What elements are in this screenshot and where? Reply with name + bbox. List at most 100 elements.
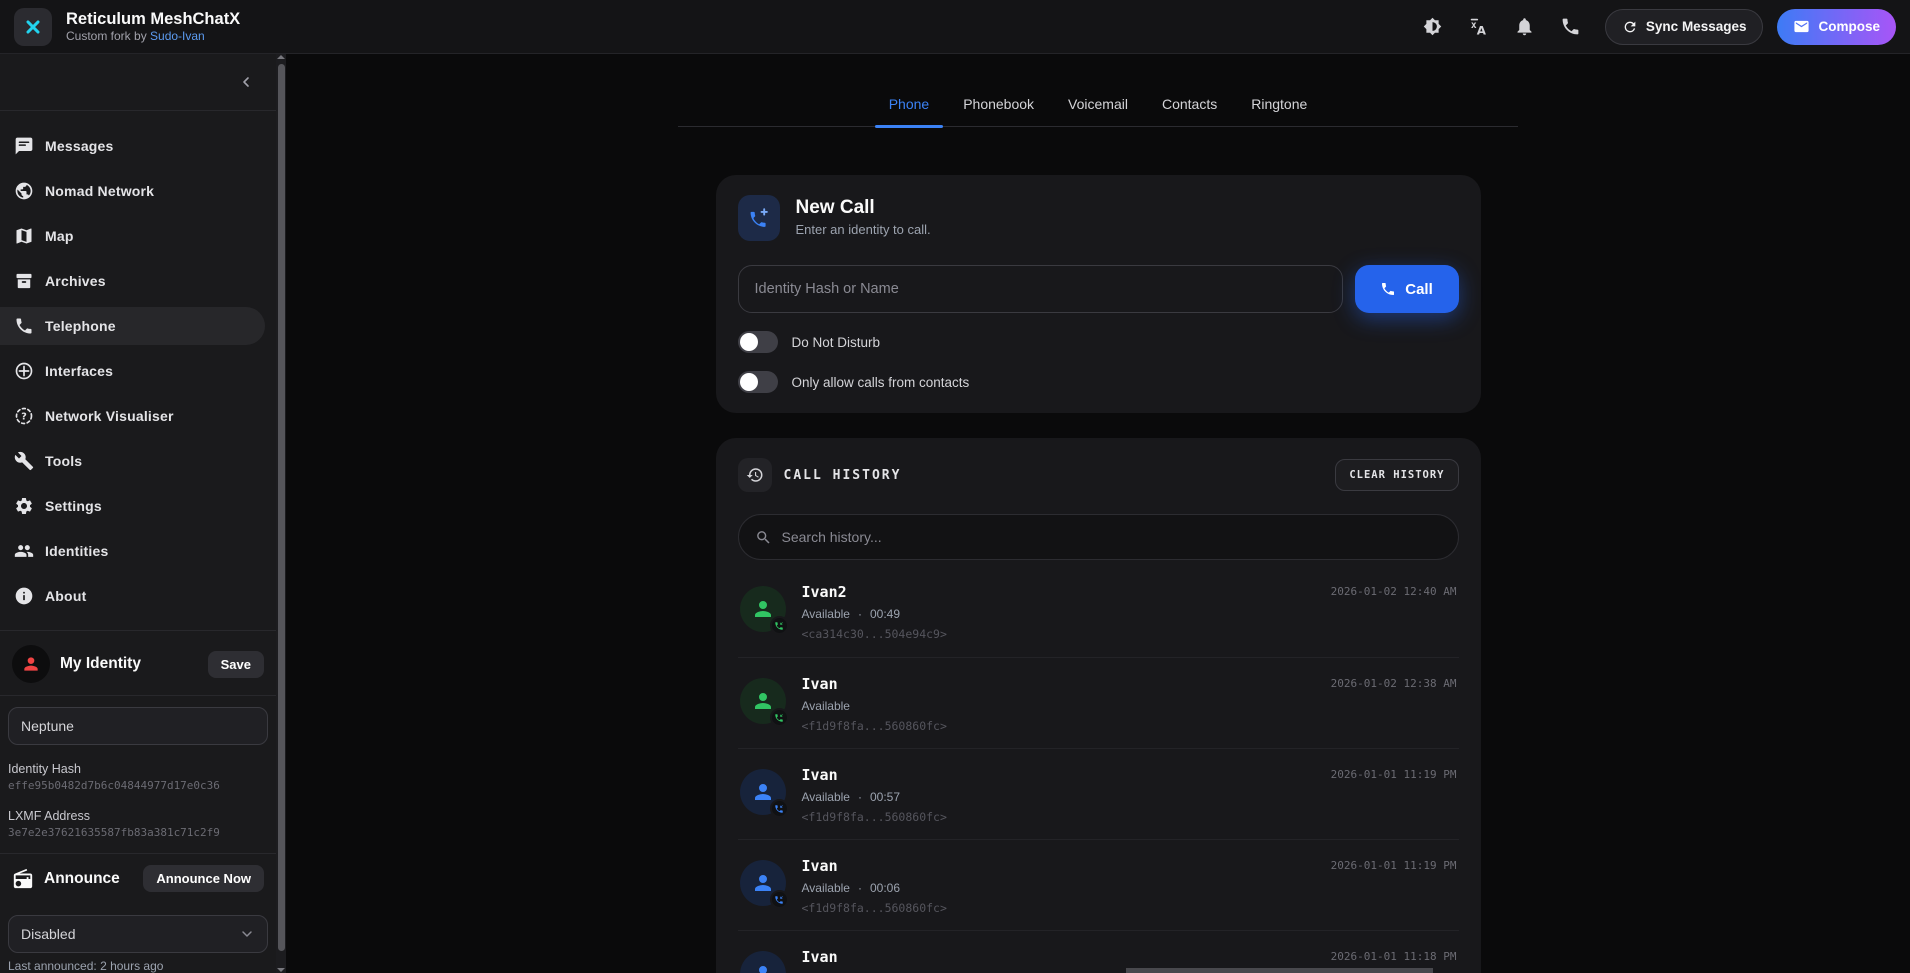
sidebar-nav: Messages Nomad Network Map Archives Tele… xyxy=(0,111,276,622)
sidebar-item-settings[interactable]: Settings xyxy=(0,487,265,525)
scroll-up-arrow[interactable] xyxy=(277,55,285,59)
theme-toggle-button[interactable] xyxy=(1413,7,1453,47)
call-button[interactable]: Call xyxy=(1355,265,1459,313)
sidebar-item-telephone[interactable]: Telephone xyxy=(0,307,265,345)
notifications-icon xyxy=(1514,16,1535,37)
call-history-row[interactable]: Ivan Available <f1d9f8fa...560860fc> 202… xyxy=(738,657,1459,748)
vertical-scrollbar[interactable] xyxy=(276,54,286,973)
new-call-subtitle: Enter an identity to call. xyxy=(796,222,931,237)
vertical-scrollbar-thumb[interactable] xyxy=(278,64,285,951)
call-timestamp: 2026-01-01 11:19 PM xyxy=(1331,766,1457,781)
sidebar-item-nomad-network[interactable]: Nomad Network xyxy=(0,172,265,210)
caller-name: Ivan xyxy=(802,948,901,966)
announce-mode-select[interactable]: Disabled xyxy=(8,915,268,953)
identity-name-input[interactable] xyxy=(8,707,268,745)
tab-phone[interactable]: Phone xyxy=(889,96,929,126)
caller-avatar xyxy=(740,951,786,973)
caller-hash: <f1d9f8fa...560860fc> xyxy=(802,719,947,733)
call-timestamp: 2026-01-02 12:40 AM xyxy=(1331,583,1457,598)
app-title: Reticulum MeshChatX xyxy=(66,9,240,30)
tab-contacts[interactable]: Contacts xyxy=(1162,96,1217,126)
call-duration: 00:06 xyxy=(870,881,900,895)
call-history-card: CALL HISTORY CLEAR HISTORY Ivan2 Availab… xyxy=(716,438,1481,973)
call-duration: 00:49 xyxy=(870,607,900,621)
call-history-row[interactable]: Ivan2 Available·00:49 <ca314c30...504e94… xyxy=(738,566,1459,657)
tab-phonebook[interactable]: Phonebook xyxy=(963,96,1034,126)
sidebar-item-map[interactable]: Map xyxy=(0,217,265,255)
svg-text:?: ? xyxy=(21,412,27,423)
network-visualiser-icon: ? xyxy=(14,406,34,426)
incoming-call-badge-icon xyxy=(770,708,789,727)
caller-status: Available xyxy=(802,790,850,804)
people-icon xyxy=(14,541,34,561)
new-call-icon-box xyxy=(738,195,780,241)
app-header: Reticulum MeshChatX Custom fork by Sudo-… xyxy=(0,0,1910,54)
call-history-row[interactable]: Ivan Available·00:57 <f1d9f8fa...560860f… xyxy=(738,748,1459,839)
call-timestamp: 2026-01-01 11:19 PM xyxy=(1331,857,1457,872)
mail-icon xyxy=(1793,18,1810,35)
sidebar-item-label: About xyxy=(45,588,86,604)
sidebar-item-archives[interactable]: Archives xyxy=(0,262,265,300)
tab-voicemail[interactable]: Voicemail xyxy=(1068,96,1128,126)
sidebar-item-messages[interactable]: Messages xyxy=(0,127,265,165)
identity-hash-value: effe95b0482d7b6c04844977d17e0c36 xyxy=(8,779,268,792)
sidebar-item-tools[interactable]: Tools xyxy=(0,442,265,480)
call-history-row[interactable]: Ivan Available·00:06 <f1d9f8fa...560860f… xyxy=(738,839,1459,930)
person-icon xyxy=(751,962,775,973)
call-duration: 00:57 xyxy=(870,790,900,804)
gear-icon xyxy=(14,496,34,516)
caller-hash: <f1d9f8fa...560860fc> xyxy=(802,810,947,824)
caller-hash: <ca314c30...504e94c9> xyxy=(802,627,947,641)
messages-icon xyxy=(14,136,34,156)
caller-hash: <f1d9f8fa...560860fc> xyxy=(802,901,947,915)
person-icon xyxy=(751,780,775,804)
sidebar-item-network-visualiser[interactable]: ? Network Visualiser xyxy=(0,397,265,435)
sidebar-item-identities[interactable]: Identities xyxy=(0,532,265,570)
caller-name: Ivan2 xyxy=(802,583,947,601)
call-history-row[interactable]: Ivan Available·00:06 2026-01-01 11:18 PM xyxy=(738,930,1459,973)
compose-button[interactable]: Compose xyxy=(1777,9,1896,45)
chevron-left-icon xyxy=(238,74,254,90)
notifications-button[interactable] xyxy=(1505,7,1545,47)
caller-status: Available xyxy=(802,881,850,895)
sudo-ivan-link[interactable]: Sudo-Ivan xyxy=(150,29,205,43)
incoming-call-badge-icon xyxy=(770,799,789,818)
sidebar-item-label: Tools xyxy=(45,453,82,469)
phone-header-button[interactable] xyxy=(1551,7,1591,47)
my-identity-title: My Identity xyxy=(60,655,141,673)
call-timestamp: 2026-01-01 11:18 PM xyxy=(1331,948,1457,963)
globe-icon xyxy=(14,181,34,201)
translate-button[interactable]: x A xyxy=(1459,7,1499,47)
save-identity-button[interactable]: Save xyxy=(208,651,264,678)
clear-history-button[interactable]: CLEAR HISTORY xyxy=(1335,459,1458,491)
person-icon xyxy=(751,871,775,895)
sync-messages-button[interactable]: Sync Messages xyxy=(1605,9,1764,45)
only-contacts-label: Only allow calls from contacts xyxy=(792,375,970,390)
announce-now-button[interactable]: Announce Now xyxy=(143,865,264,892)
new-call-card: New Call Enter an identity to call. Call… xyxy=(716,175,1481,413)
telephone-icon xyxy=(14,316,34,336)
history-search-input[interactable] xyxy=(782,529,1442,545)
horizontal-scrollbar[interactable] xyxy=(1126,968,1433,973)
last-announced-text: Last announced: 2 hours ago xyxy=(0,953,276,973)
do-not-disturb-toggle[interactable] xyxy=(738,331,778,353)
only-contacts-toggle[interactable] xyxy=(738,371,778,393)
sidebar-item-about[interactable]: About xyxy=(0,577,265,615)
phone-plus-icon xyxy=(747,206,771,230)
main-content: Phone Phonebook Voicemail Contacts Ringt… xyxy=(286,54,1910,973)
map-icon xyxy=(14,226,34,246)
info-icon xyxy=(14,586,34,606)
collapse-sidebar-button[interactable] xyxy=(238,74,254,90)
archive-icon xyxy=(14,271,34,291)
identity-hash-label: Identity Hash xyxy=(8,762,268,776)
call-history-title: CALL HISTORY xyxy=(784,468,902,483)
identity-hash-or-name-input[interactable] xyxy=(738,265,1343,313)
tab-ringtone[interactable]: Ringtone xyxy=(1251,96,1307,126)
scroll-down-arrow[interactable] xyxy=(277,968,285,972)
sidebar-item-label: Archives xyxy=(45,273,106,289)
phone-icon xyxy=(1560,16,1581,37)
caller-name: Ivan xyxy=(802,857,947,875)
lxmf-address-label: LXMF Address xyxy=(8,809,268,823)
sidebar-item-interfaces[interactable]: Interfaces xyxy=(0,352,265,390)
history-search-box xyxy=(738,514,1459,560)
